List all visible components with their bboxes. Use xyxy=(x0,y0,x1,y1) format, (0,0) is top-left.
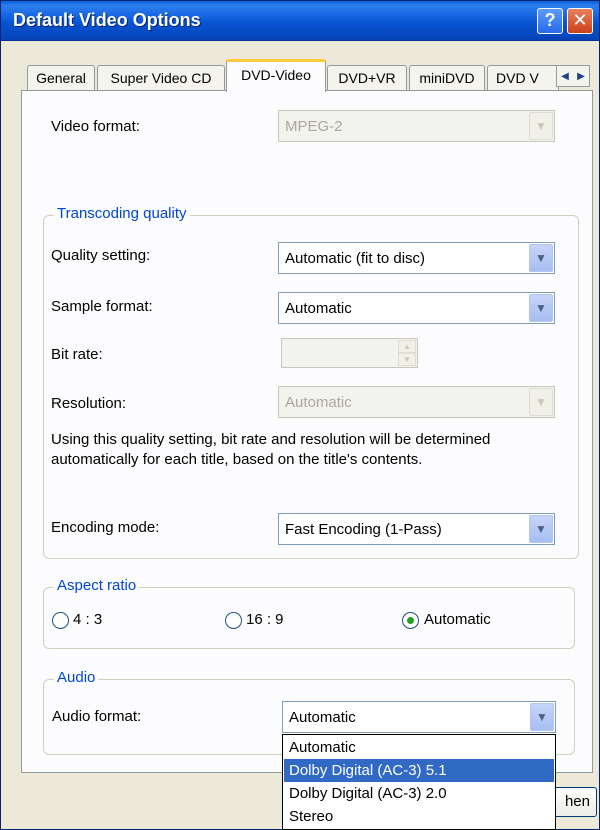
dropdown-option-dolby-51[interactable]: Dolby Digital (AC-3) 5.1 xyxy=(284,759,554,782)
audio-legend: Audio xyxy=(54,669,99,686)
radio-16-9[interactable] xyxy=(225,612,242,629)
resolution-select: Automatic ▼ xyxy=(278,386,555,418)
help-icon: ? xyxy=(544,10,556,30)
chevron-down-icon: ▼ xyxy=(529,388,553,416)
radio-automatic-label[interactable]: Automatic xyxy=(424,611,491,628)
audio-format-dropdown-list[interactable]: Automatic Dolby Digital (AC-3) 5.1 Dolby… xyxy=(282,734,556,830)
tab-general[interactable]: General xyxy=(27,65,95,91)
radio-selected-dot xyxy=(407,617,414,624)
scroll-left-icon[interactable]: ◀ xyxy=(561,71,569,82)
aspect-ratio-legend: Aspect ratio xyxy=(54,577,140,594)
info-text-line1: Using this quality setting, bit rate and… xyxy=(51,431,491,448)
close-icon: ✕ xyxy=(572,10,588,30)
chevron-down-icon[interactable]: ▼ xyxy=(529,244,553,272)
chevron-down-icon[interactable]: ▼ xyxy=(530,703,554,731)
tab-dvd-video[interactable]: DVD-Video xyxy=(226,59,326,92)
encoding-mode-value: Fast Encoding (1-Pass) xyxy=(285,521,442,538)
transcoding-quality-legend: Transcoding quality xyxy=(54,205,190,222)
scroll-right-icon[interactable]: ▶ xyxy=(577,71,585,82)
sample-format-value: Automatic xyxy=(285,300,352,317)
tab-strip: General Super Video CD DVD-Video DVD+VR … xyxy=(1,59,600,92)
dropdown-option-automatic[interactable]: Automatic xyxy=(284,736,554,759)
bit-rate-label: Bit rate: xyxy=(51,346,103,363)
quality-setting-select[interactable]: Automatic (fit to disc) ▼ xyxy=(278,242,555,274)
aspect-ratio-group: Aspect ratio xyxy=(43,577,575,649)
radio-automatic[interactable] xyxy=(402,612,419,629)
audio-format-select[interactable]: Automatic ▼ xyxy=(282,701,556,733)
tab-dvd-v[interactable]: DVD V xyxy=(487,65,559,91)
spin-up-icon: ▲ xyxy=(398,340,416,353)
chevron-down-icon: ▼ xyxy=(529,112,553,140)
encoding-mode-select[interactable]: Fast Encoding (1-Pass) ▼ xyxy=(278,513,555,545)
tab-scroll-buttons[interactable]: ◀ ▶ xyxy=(556,65,590,87)
spin-down-icon: ▼ xyxy=(398,353,416,366)
title-bar[interactable]: Default Video Options ? ✕ xyxy=(1,1,599,41)
video-format-select: MPEG-2 ▼ xyxy=(278,110,555,142)
dialog-window: Default Video Options ? ✕ General Super … xyxy=(0,0,600,830)
tab-super-video-cd[interactable]: Super Video CD xyxy=(97,65,225,91)
dropdown-option-dolby-20[interactable]: Dolby Digital (AC-3) 2.0 xyxy=(284,782,554,805)
info-text-line2: automatically for each title, based on t… xyxy=(51,451,423,468)
resolution-value: Automatic xyxy=(285,394,352,411)
radio-4-3-label[interactable]: 4 : 3 xyxy=(73,611,102,628)
help-button[interactable]: ? xyxy=(537,8,563,34)
radio-16-9-label[interactable]: 16 : 9 xyxy=(246,611,284,628)
tab-minidvd[interactable]: miniDVD xyxy=(409,65,485,91)
video-format-value: MPEG-2 xyxy=(285,118,343,135)
quality-setting-label: Quality setting: xyxy=(51,247,151,264)
tab-dvd-vr[interactable]: DVD+VR xyxy=(327,65,407,91)
dropdown-option-stereo[interactable]: Stereo xyxy=(284,805,554,828)
resolution-label: Resolution: xyxy=(51,395,127,412)
sample-format-label: Sample format: xyxy=(51,298,153,315)
chevron-down-icon[interactable]: ▼ xyxy=(529,294,553,322)
radio-4-3[interactable] xyxy=(52,612,69,629)
encoding-mode-label: Encoding mode: xyxy=(51,519,160,536)
sample-format-select[interactable]: Automatic ▼ xyxy=(278,292,555,324)
bit-rate-spinner: ▲ ▼ xyxy=(281,338,418,368)
quality-setting-value: Automatic (fit to disc) xyxy=(285,250,426,267)
window-title: Default Video Options xyxy=(13,10,201,30)
audio-format-label: Audio format: xyxy=(52,708,142,725)
audio-format-value: Automatic xyxy=(289,709,356,726)
close-button[interactable]: ✕ xyxy=(567,8,593,34)
chevron-down-icon[interactable]: ▼ xyxy=(529,515,553,543)
video-format-label: Video format: xyxy=(51,118,140,135)
